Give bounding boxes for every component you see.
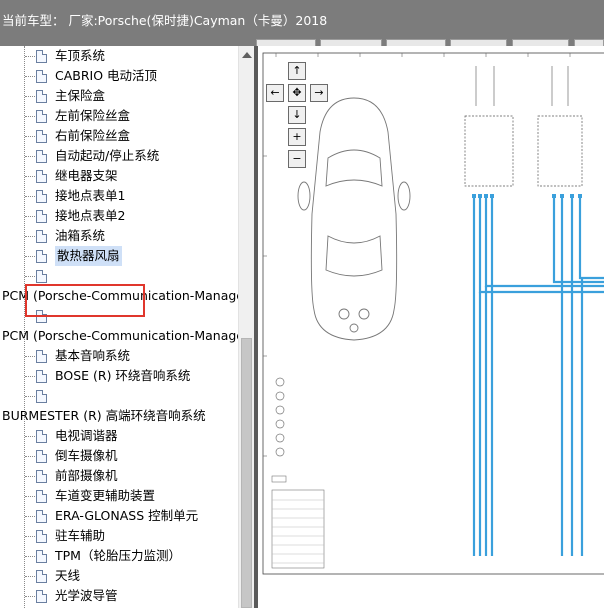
diagram-viewer: ↑ ← ✥ → ↓ + − bbox=[258, 46, 604, 608]
tree-item-label: 车顶系统 bbox=[55, 48, 106, 63]
tree-group-item[interactable]: BURMESTER (R) 高端环绕音响系统 bbox=[2, 406, 206, 426]
tree-group-item[interactable]: PCM (Porsche-Communication-Management) bbox=[2, 326, 238, 346]
wire-bundle bbox=[472, 196, 604, 556]
tree-connector bbox=[25, 236, 35, 237]
tree-item-label: 右前保险丝盒 bbox=[55, 128, 131, 143]
tree-item-label: 驻车辅助 bbox=[55, 528, 106, 543]
tree-connector bbox=[25, 516, 35, 517]
document-icon bbox=[36, 430, 47, 443]
document-icon bbox=[36, 370, 47, 383]
document-icon bbox=[36, 490, 47, 503]
tree-connector bbox=[25, 76, 35, 77]
document-icon bbox=[36, 470, 47, 483]
tree-connector bbox=[25, 356, 35, 357]
tree-item-label: 继电器支架 bbox=[55, 168, 118, 183]
tree-connector bbox=[25, 496, 35, 497]
title-bar: 当前车型： 厂家:Porsche(保时捷)Cayman（卡曼）2018 bbox=[0, 0, 604, 47]
tree-item-label: ERA-GLONASS 控制单元 bbox=[55, 508, 199, 523]
tree-connector bbox=[25, 96, 35, 97]
tree-item-label: 主保险盒 bbox=[55, 88, 106, 103]
scroll-up-icon[interactable] bbox=[242, 52, 252, 58]
tree-connector bbox=[25, 536, 35, 537]
tree-connector bbox=[25, 56, 35, 57]
tree-connector bbox=[25, 576, 35, 577]
document-icon bbox=[36, 250, 47, 263]
tree-item-label: 倒车摄像机 bbox=[55, 448, 118, 463]
tree-view: 车顶系统 CABRIO 电动活顶 主保险盒左前保险丝盒 右前保险丝盒自动起动/停止系统… bbox=[0, 46, 238, 608]
document-icon bbox=[36, 110, 47, 123]
tree-item-label: 基本音响系统 bbox=[55, 348, 131, 363]
document-icon bbox=[36, 230, 47, 243]
tree-item-label: 油箱系统 bbox=[55, 228, 106, 243]
document-icon bbox=[36, 70, 47, 83]
center-view-button[interactable]: ✥ bbox=[288, 84, 306, 102]
document-icon bbox=[36, 450, 47, 463]
tree-item-label: 前部摄像机 bbox=[55, 468, 118, 483]
document-icon bbox=[36, 170, 47, 183]
document-icon bbox=[36, 90, 47, 103]
pan-up-button[interactable]: ↑ bbox=[288, 62, 306, 80]
tree-connector bbox=[25, 156, 35, 157]
tree-item-label: 接地点表单1 bbox=[55, 188, 126, 203]
tree-item-label: 车道变更辅助装置 bbox=[55, 488, 156, 503]
tree-item-label: 散热器风扇 bbox=[55, 246, 122, 266]
tree-item-label: 光学波导管 bbox=[55, 588, 118, 603]
tree-item-label: PCM (Porsche-Communication-Management) bbox=[2, 328, 238, 343]
pan-left-button[interactable]: ← bbox=[266, 84, 284, 102]
vehicle-title: 当前车型： 厂家:Porsche(保时捷)Cayman（卡曼）2018 bbox=[2, 13, 328, 28]
zoom-out-button[interactable]: − bbox=[288, 150, 306, 168]
tree-item-label: TPM（轮胎压力监测） bbox=[55, 548, 181, 563]
tree-item-label: 电视调谐器 bbox=[55, 428, 118, 443]
tree-item-label: BOSE (R) 环绕音响系统 bbox=[55, 368, 191, 383]
tree-item-label: CABRIO 电动活顶 bbox=[55, 68, 158, 83]
tree-item-label: BURMESTER (R) 高端环绕音响系统 bbox=[2, 408, 206, 423]
tree-item-label: 自动起动/停止系统 bbox=[55, 148, 160, 163]
document-icon bbox=[36, 510, 47, 523]
tree-item-label: 接地点表单2 bbox=[55, 208, 126, 223]
document-icon bbox=[36, 530, 47, 543]
tree-connector bbox=[25, 376, 35, 377]
car-outline bbox=[297, 97, 411, 341]
tree-connector bbox=[25, 276, 35, 277]
tree-connector bbox=[25, 176, 35, 177]
document-icon bbox=[36, 130, 47, 143]
scrollbar-thumb[interactable] bbox=[241, 338, 252, 608]
document-icon bbox=[36, 210, 47, 223]
zoom-in-button[interactable]: + bbox=[288, 128, 306, 146]
tree-connector bbox=[25, 396, 35, 397]
document-icon bbox=[36, 550, 47, 563]
document-icon bbox=[36, 190, 47, 203]
document-icon bbox=[36, 590, 47, 603]
highlight-box bbox=[25, 284, 145, 317]
tree-connector bbox=[25, 476, 35, 477]
document-icon bbox=[36, 270, 47, 283]
tree-connector bbox=[25, 456, 35, 457]
tree-panel: 车顶系统 CABRIO 电动活顶 主保险盒左前保险丝盒 右前保险丝盒自动起动/停止系统… bbox=[0, 46, 254, 608]
tree-connector bbox=[25, 196, 35, 197]
document-icon bbox=[36, 150, 47, 163]
tree-connector bbox=[25, 596, 35, 597]
tree-item-label: 天线 bbox=[55, 568, 81, 583]
tree-connector bbox=[25, 556, 35, 557]
tree-connector bbox=[25, 436, 35, 437]
tree-connector bbox=[25, 116, 35, 117]
pan-right-button[interactable]: → bbox=[310, 84, 328, 102]
tree-connector bbox=[25, 256, 35, 257]
document-icon bbox=[36, 570, 47, 583]
tree-connector bbox=[25, 136, 35, 137]
pan-down-button[interactable]: ↓ bbox=[288, 106, 306, 124]
wiring-diagram bbox=[262, 52, 604, 575]
tree-scrollbar[interactable] bbox=[238, 46, 255, 608]
tree-connector bbox=[25, 216, 35, 217]
document-icon bbox=[36, 390, 47, 403]
document-icon bbox=[36, 350, 47, 363]
document-icon bbox=[36, 50, 47, 63]
tree-item-label: 左前保险丝盒 bbox=[55, 108, 131, 123]
